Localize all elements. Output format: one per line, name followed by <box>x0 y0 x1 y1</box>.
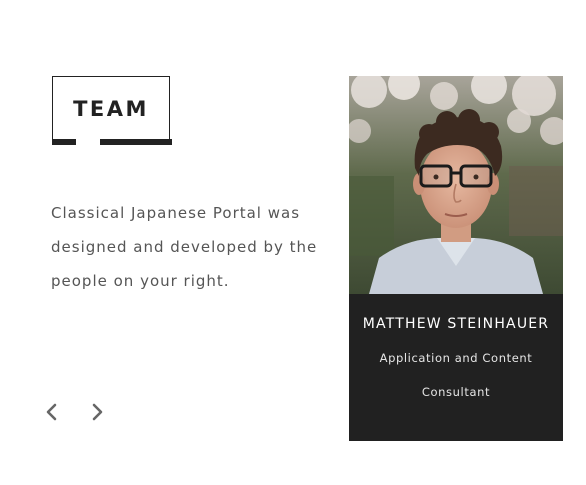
previous-member-button[interactable] <box>40 399 64 425</box>
team-member-card: MATTHEW STEINHAUER Application and Conte… <box>349 76 563 441</box>
member-name: MATTHEW STEINHAUER <box>362 316 550 332</box>
team-title-frame: TEAM <box>52 76 170 142</box>
title-underline-left <box>52 139 76 145</box>
section-description: Classical Japanese Portal was designed a… <box>51 204 318 290</box>
next-member-button[interactable] <box>85 399 109 425</box>
chevron-right-icon <box>92 403 103 421</box>
section-title: TEAM <box>73 97 149 121</box>
member-photo <box>349 76 563 294</box>
chevron-left-icon <box>46 403 57 421</box>
title-underline-right <box>100 139 172 145</box>
member-role: Application and Content Consultant <box>379 351 533 399</box>
